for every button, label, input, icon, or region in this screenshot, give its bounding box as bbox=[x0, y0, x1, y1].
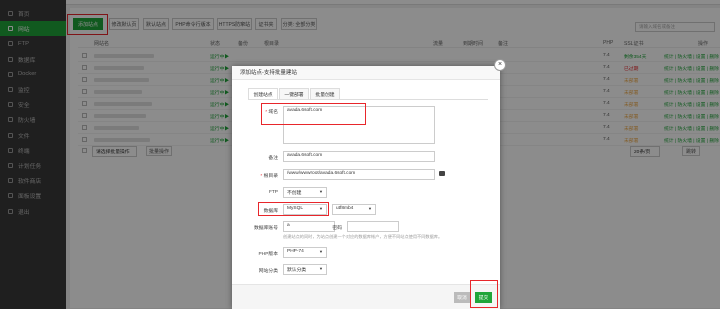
add-site-dialog: 添加站点-支持批量建站 × 创建站点 一键部署 批量创建 * 域名 avada.… bbox=[232, 59, 506, 309]
remark-label: 备注 bbox=[268, 156, 278, 161]
category-select[interactable]: 默认分类 ▼ bbox=[283, 264, 327, 275]
db-user-label: 数据库账号 bbox=[254, 226, 278, 231]
root-dir-input[interactable]: /www/wwwroot/avada.6soft.com bbox=[283, 169, 435, 180]
ftp-value: 不创建 bbox=[287, 191, 302, 196]
db-password-input[interactable] bbox=[347, 221, 399, 232]
folder-icon[interactable] bbox=[439, 171, 445, 176]
tab-create-site[interactable]: 创建站点 bbox=[248, 88, 278, 99]
root-label-text: 根目录 bbox=[263, 174, 278, 179]
dialog-title: 添加站点-支持批量建站 bbox=[232, 66, 500, 80]
close-icon[interactable]: × bbox=[494, 59, 506, 71]
dialog-footer: 取消 提交 bbox=[232, 280, 500, 309]
tab-divider bbox=[248, 99, 488, 100]
charset-value: utf8mb4 bbox=[336, 206, 354, 211]
root-dir-value: /www/wwwroot/avada.6soft.com bbox=[287, 171, 356, 176]
charset-select[interactable]: utf8mb4 ▼ bbox=[332, 204, 376, 215]
cancel-button[interactable]: 取消 bbox=[454, 292, 470, 303]
php-version-label: PHP版本 bbox=[258, 252, 278, 257]
tab-one-click-deploy[interactable]: 一键部署 bbox=[279, 88, 309, 99]
database-hint: 创建站点的同时，为站点创建一个对应的数据库帐户，方便不同站点使用不同数据库。 bbox=[283, 234, 443, 239]
remark-value: avada.6soft.com bbox=[287, 153, 323, 158]
chevron-down-icon: ▼ bbox=[368, 206, 372, 211]
highlight-submit bbox=[470, 280, 498, 308]
category-value: 默认分类 bbox=[287, 268, 307, 273]
db-user-value: a bbox=[287, 223, 290, 228]
tab-batch-create[interactable]: 批量创建 bbox=[310, 88, 340, 99]
ftp-label: FTP bbox=[268, 190, 278, 195]
category-label: 网站分类 bbox=[258, 269, 278, 274]
remark-input[interactable]: avada.6soft.com bbox=[283, 151, 435, 162]
highlight-database bbox=[258, 202, 329, 216]
chevron-down-icon: ▼ bbox=[319, 189, 323, 194]
ftp-select[interactable]: 不创建 ▼ bbox=[283, 187, 327, 198]
chevron-down-icon: ▼ bbox=[319, 249, 323, 254]
db-password-label: 密码 bbox=[332, 226, 342, 231]
php-version-select[interactable]: PHP-74 ▼ bbox=[283, 247, 327, 258]
chevron-down-icon: ▼ bbox=[319, 266, 323, 271]
highlight-domain bbox=[261, 103, 366, 125]
root-label: * 根目录 bbox=[260, 174, 278, 179]
php-version-value: PHP-74 bbox=[287, 249, 304, 254]
